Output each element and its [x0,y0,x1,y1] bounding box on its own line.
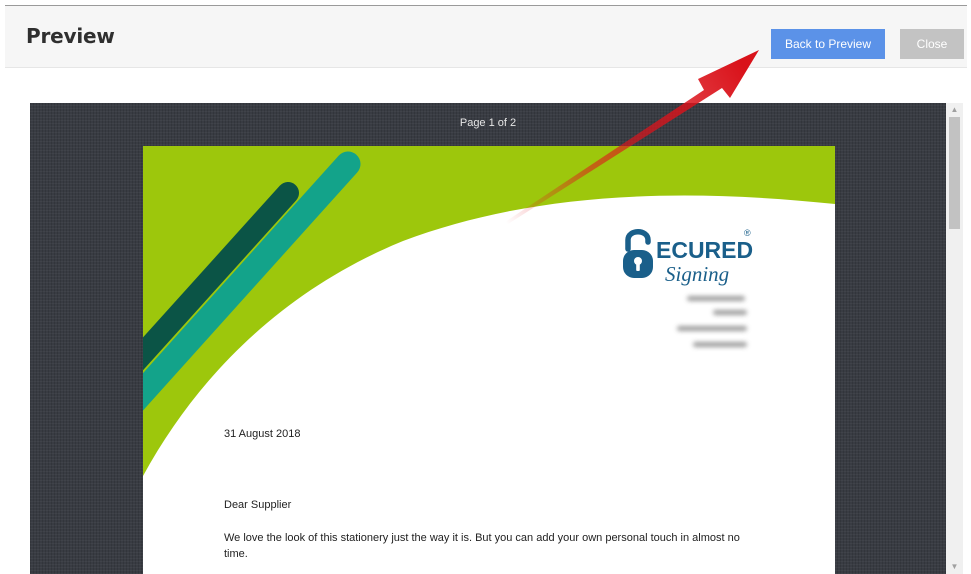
registered-mark: ® [744,228,751,238]
padlock-shackle-icon [625,229,651,252]
preview-window: Preview Back to Preview Close Page 1 of … [0,0,971,574]
chevron-down-icon[interactable]: ▼ [946,560,963,574]
back-to-preview-button[interactable]: Back to Preview [771,29,885,59]
sender-address-redacted [673,292,753,370]
document-viewer[interactable]: Page 1 of 2 ECURED Signing ® 31 August 2… [30,103,946,574]
letter-date: 31 August 2018 [224,428,301,440]
letter-body: We love the look of this stationery just… [224,532,740,560]
vertical-scrollbar[interactable]: ▲ ▼ [946,103,963,574]
page-indicator: Page 1 of 2 [459,117,517,129]
logo-text-bottom: Signing [665,262,729,286]
scroll-thumb[interactable] [949,117,960,229]
page-title: Preview [26,24,115,48]
chevron-up-icon[interactable]: ▲ [946,103,963,117]
logo-text-top: ECURED [656,237,753,263]
header-bar: Preview Back to Preview Close [5,6,967,68]
document-page: ECURED Signing ® 31 August 2018 Dear Sup… [143,146,835,574]
secured-signing-logo: ECURED Signing ® [623,228,753,286]
letter-salutation: Dear Supplier [224,499,292,511]
close-button[interactable]: Close [900,29,964,59]
